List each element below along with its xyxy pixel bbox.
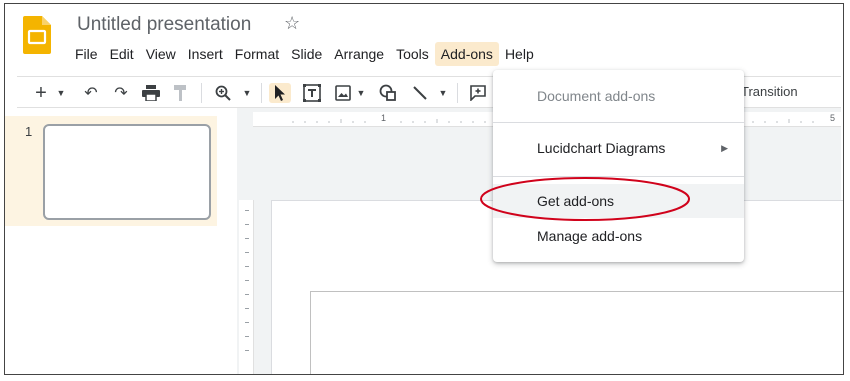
image-icon[interactable]: [333, 83, 353, 103]
transition-button[interactable]: Transition: [741, 84, 798, 99]
comment-icon[interactable]: [467, 83, 489, 103]
toolbar-divider: [457, 83, 458, 103]
line-icon[interactable]: [409, 83, 431, 103]
menu-slide[interactable]: Slide: [285, 42, 328, 66]
menu-format[interactable]: Format: [229, 42, 285, 66]
text-box-icon[interactable]: [301, 83, 323, 103]
menu-item-manage-add-ons[interactable]: Manage add-ons: [493, 219, 744, 253]
menu-bar: File Edit View Insert Format Slide Arran…: [69, 42, 540, 66]
ruler-mark-5: 5: [830, 113, 836, 123]
toolbar-divider: [201, 83, 202, 103]
ruler-tick: [245, 280, 249, 281]
ruler-mark-1: 1: [381, 113, 387, 123]
zoom-icon[interactable]: [213, 83, 233, 103]
new-slide-caret-icon[interactable]: ▼: [55, 83, 67, 103]
slide-number: 1: [25, 124, 33, 139]
menu-item-label: Document add-ons: [537, 88, 656, 104]
google-slides-logo-icon[interactable]: [23, 16, 51, 54]
slide-placeholder-box[interactable]: [310, 291, 843, 374]
new-slide-icon[interactable]: +: [31, 82, 51, 104]
line-caret-icon[interactable]: ▼: [437, 83, 449, 103]
ruler-tick: [245, 252, 249, 253]
ruler-tick: [245, 294, 249, 295]
menu-insert[interactable]: Insert: [182, 42, 229, 66]
document-title[interactable]: Untitled presentation: [77, 14, 251, 36]
vertical-ruler: [239, 200, 254, 374]
menu-add-ons[interactable]: Add-ons: [434, 42, 499, 66]
menu-item-label: Manage add-ons: [537, 228, 643, 244]
slide-thumbnail[interactable]: [43, 124, 211, 220]
paint-format-icon[interactable]: [171, 83, 191, 103]
ruler-tick: [245, 308, 249, 309]
menu-arrange[interactable]: Arrange: [328, 42, 390, 66]
ruler-tick: [245, 210, 249, 211]
app-window: Untitled presentation ☆ File Edit View I…: [4, 3, 844, 375]
ruler-tick: [245, 336, 249, 337]
menu-divider: [493, 122, 744, 123]
menu-file[interactable]: File: [69, 42, 104, 66]
menu-item-document-add-ons: Document add-ons: [493, 79, 744, 113]
redo-icon[interactable]: ↷: [111, 83, 131, 103]
shape-icon[interactable]: [377, 83, 399, 103]
submenu-arrow-icon: ▶: [721, 142, 728, 153]
ruler-tick: [245, 266, 249, 267]
ruler-tick: [245, 322, 249, 323]
image-caret-icon[interactable]: ▼: [355, 83, 367, 103]
add-ons-dropdown-menu: Document add-ons Lucidchart Diagrams ▶ G…: [493, 70, 744, 262]
ruler-tick: [245, 350, 249, 351]
select-cursor-icon[interactable]: [269, 83, 291, 103]
menu-edit[interactable]: Edit: [104, 42, 140, 66]
zoom-caret-icon[interactable]: ▼: [241, 83, 253, 103]
ruler-tick: [245, 224, 249, 225]
print-icon[interactable]: [141, 83, 161, 103]
menu-item-lucidchart-diagrams[interactable]: Lucidchart Diagrams ▶: [493, 131, 744, 165]
highlight-ellipse-annotation: [480, 177, 690, 221]
menu-view[interactable]: View: [140, 42, 182, 66]
menu-tools[interactable]: Tools: [390, 42, 435, 66]
star-icon[interactable]: ☆: [284, 13, 300, 34]
undo-icon[interactable]: ↶: [81, 83, 101, 103]
toolbar-divider: [261, 83, 262, 103]
menu-item-label: Lucidchart Diagrams: [537, 140, 666, 156]
menu-help[interactable]: Help: [499, 42, 540, 66]
ruler-tick: [245, 238, 249, 239]
slide-filmstrip: 1: [5, 116, 217, 226]
